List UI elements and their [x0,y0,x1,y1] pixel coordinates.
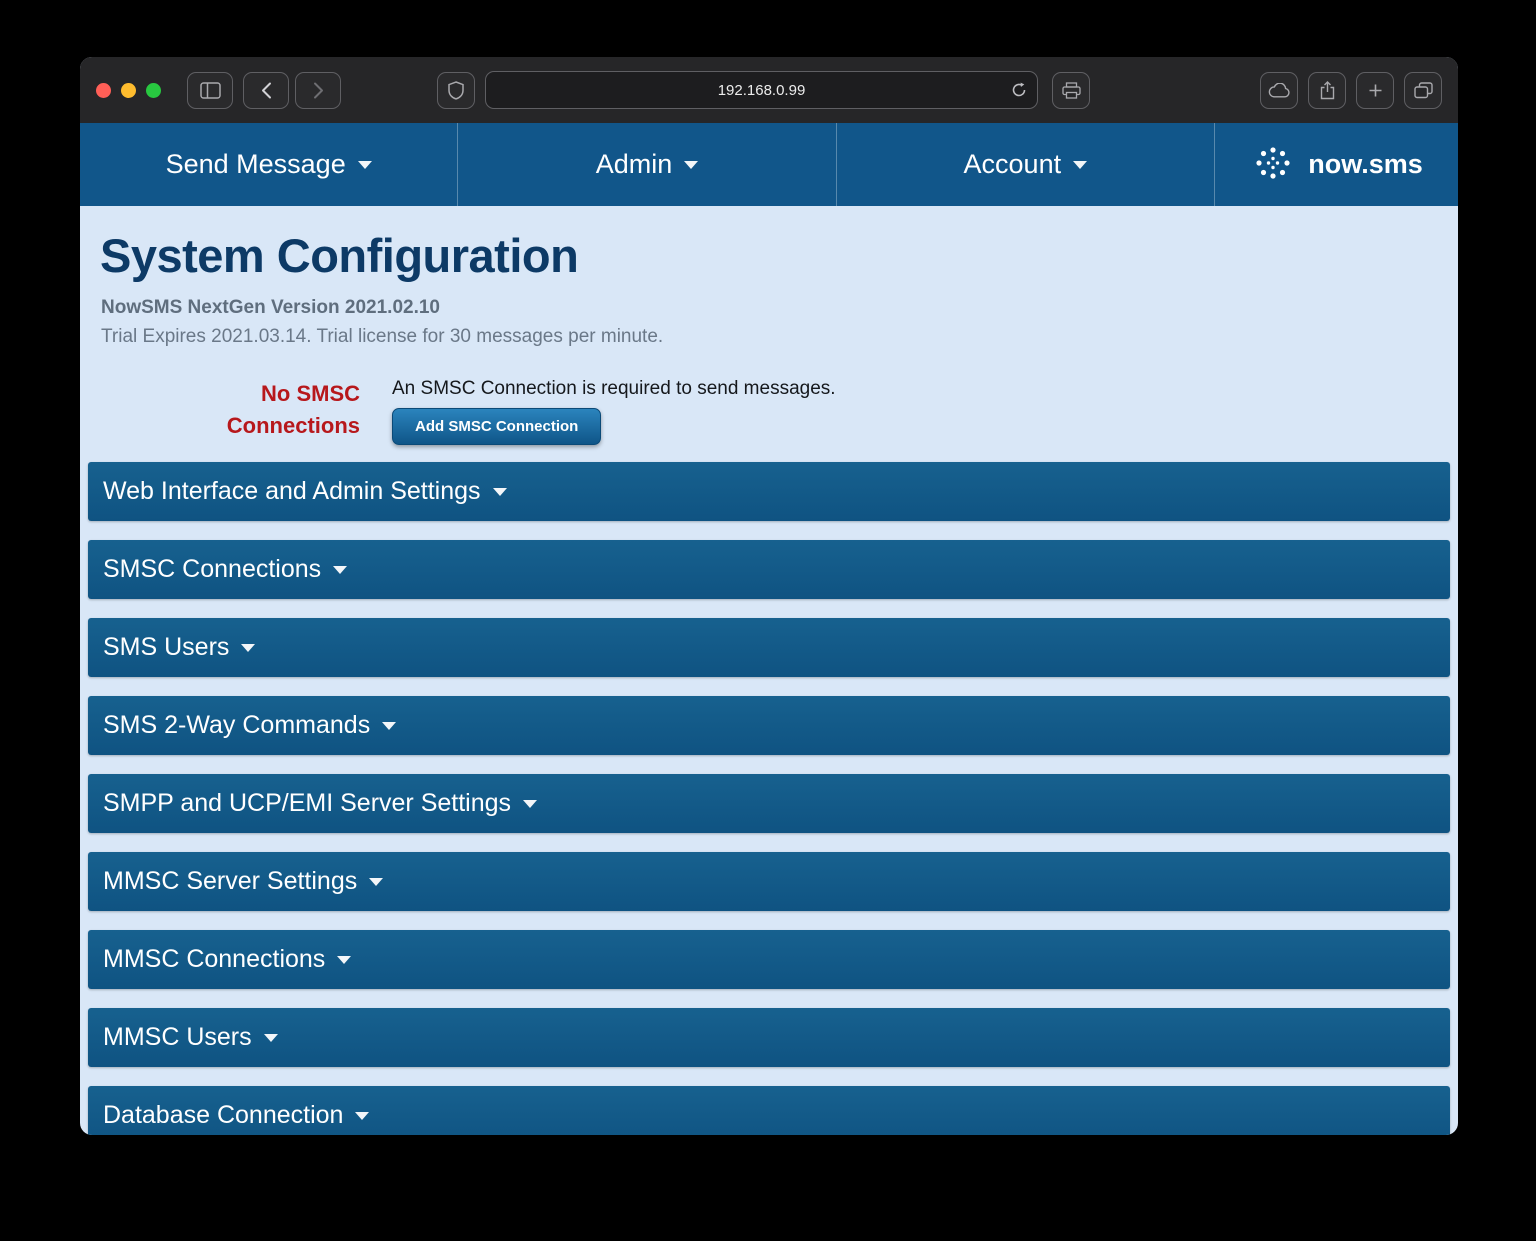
chevron-down-icon [355,1112,369,1120]
section-label: SMS 2-Way Commands [103,711,370,740]
section-label: MMSC Users [103,1023,252,1052]
tab-overview-button[interactable] [1404,72,1442,109]
smsc-alert: No SMSC Connections An SMSC Connection i… [200,378,1458,445]
cloud-icon [1268,83,1291,98]
nowsms-logo-icon [1250,145,1296,185]
print-button[interactable] [1052,72,1090,109]
section-mmsc-server-settings[interactable]: MMSC Server Settings [88,852,1450,911]
nav-admin-label: Admin [596,149,673,180]
chevron-down-icon [241,644,255,652]
section-smpp-ucp-emi-server-settings[interactable]: SMPP and UCP/EMI Server Settings [88,774,1450,833]
address-text: 192.168.0.99 [718,82,806,99]
nav-account-label: Account [964,149,1062,180]
plus-icon [1368,83,1383,98]
no-smsc-connections-label: No SMSC Connections [200,378,360,442]
close-window-button[interactable] [96,83,111,98]
section-label: SMS Users [103,633,229,662]
site-nav: Send Message Admin Account [80,123,1458,206]
browser-window: 192.168.0.99 [80,57,1458,1135]
tabs-icon [1414,82,1433,99]
section-database-connection[interactable]: Database Connection [88,1086,1450,1135]
chevron-down-icon [523,800,537,808]
shield-icon [448,81,464,100]
chevron-down-icon [333,566,347,574]
nav-send-message[interactable]: Send Message [80,123,458,206]
chevron-left-icon [261,82,272,99]
config-sections: Web Interface and Admin Settings SMSC Co… [80,462,1458,1135]
chevron-down-icon [264,1034,278,1042]
minimize-window-button[interactable] [121,83,136,98]
chevron-down-icon [358,161,372,169]
brand-logo: now.sms [1215,123,1458,206]
section-label: MMSC Connections [103,945,325,974]
reload-icon[interactable] [1011,82,1027,98]
trial-text: Trial Expires 2021.03.14. Trial license … [101,326,1458,348]
icloud-tabs-button[interactable] [1260,72,1298,109]
chevron-right-icon [313,82,324,99]
page-content: System Configuration NowSMS NextGen Vers… [80,206,1458,1135]
address-bar[interactable]: 192.168.0.99 [485,71,1038,109]
section-label: Database Connection [103,1101,343,1130]
section-label: SMSC Connections [103,555,321,584]
traffic-lights [96,83,161,98]
privacy-report-button[interactable] [437,72,475,109]
printer-icon [1062,82,1081,99]
chevron-down-icon [1073,161,1087,169]
brand-name: now.sms [1308,149,1423,180]
chevron-down-icon [337,956,351,964]
nav-send-message-label: Send Message [166,149,346,180]
section-sms-2way-commands[interactable]: SMS 2-Way Commands [88,696,1450,755]
version-text: NowSMS NextGen Version 2021.02.10 [101,297,1458,319]
section-label: Web Interface and Admin Settings [103,477,481,506]
section-label: MMSC Server Settings [103,867,357,896]
chevron-down-icon [369,878,383,886]
new-tab-button[interactable] [1356,72,1394,109]
chevron-down-icon [382,722,396,730]
chevron-down-icon [684,161,698,169]
section-mmsc-connections[interactable]: MMSC Connections [88,930,1450,989]
nav-account[interactable]: Account [837,123,1215,206]
section-label: SMPP and UCP/EMI Server Settings [103,789,511,818]
share-button[interactable] [1308,72,1346,109]
zoom-window-button[interactable] [146,83,161,98]
section-web-interface-admin-settings[interactable]: Web Interface and Admin Settings [88,462,1450,521]
sidebar-toggle-button[interactable] [187,72,233,109]
smsc-required-message: An SMSC Connection is required to send m… [392,378,836,400]
browser-toolbar: 192.168.0.99 [80,57,1458,123]
add-smsc-connection-button[interactable]: Add SMSC Connection [392,408,601,445]
section-sms-users[interactable]: SMS Users [88,618,1450,677]
forward-button[interactable] [295,72,341,109]
page-title: System Configuration [100,228,1458,283]
share-icon [1320,81,1335,100]
sidebar-icon [200,82,221,99]
section-mmsc-users[interactable]: MMSC Users [88,1008,1450,1067]
nav-admin[interactable]: Admin [458,123,836,206]
chevron-down-icon [493,488,507,496]
back-button[interactable] [243,72,289,109]
section-smsc-connections[interactable]: SMSC Connections [88,540,1450,599]
